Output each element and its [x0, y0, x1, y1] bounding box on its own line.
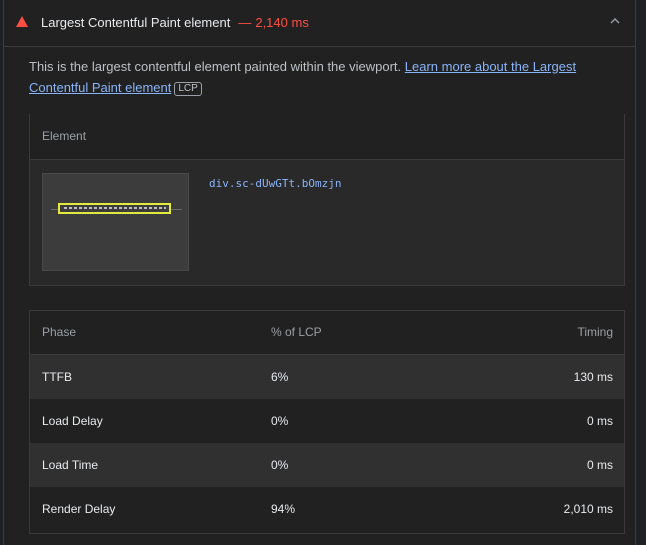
- lcp-audit-panel: Largest Contentful Paint element —2,140 m…: [3, 0, 636, 545]
- phase-table: Phase % of LCP Timing TTFB 6% 130 ms Loa…: [29, 310, 625, 534]
- phase-cell: Load Time: [42, 458, 99, 472]
- table-row: TTFB 6% 130 ms: [30, 355, 624, 399]
- audit-value: 2,140 ms: [255, 15, 309, 30]
- timing-cell: 130 ms: [573, 370, 613, 384]
- thumbnail-text-line: [64, 207, 166, 209]
- element-screenshot-thumbnail[interactable]: [42, 173, 189, 271]
- phase-cell: TTFB: [42, 370, 72, 384]
- element-selector[interactable]: div.sc-dUwGTt.bOmzjn: [209, 177, 341, 190]
- element-table: Element div.sc-dUwGTt.bOmzjn: [29, 114, 625, 286]
- lcp-tag: LCP: [174, 82, 202, 96]
- table-row: Load Delay 0% 0 ms: [30, 399, 624, 443]
- timing-cell: 0 ms: [586, 414, 613, 428]
- table-row: Render Delay 94% 2,010 ms: [30, 487, 624, 531]
- audit-title: Largest Contentful Paint element: [41, 15, 231, 30]
- timing-header: Timing: [577, 325, 613, 339]
- audit-description: This is the largest contentful element p…: [29, 56, 619, 98]
- timing-cell: 0 ms: [586, 458, 613, 472]
- warning-triangle-icon: [16, 16, 28, 27]
- element-column-header: Element: [30, 114, 624, 160]
- thumbnail-lcp-highlight: [58, 203, 171, 214]
- audit-separator: —: [238, 15, 252, 30]
- pct-cell: 0%: [271, 458, 289, 472]
- phase-header: Phase: [42, 325, 77, 339]
- pct-cell: 0%: [271, 414, 289, 428]
- timing-cell: 2,010 ms: [563, 502, 613, 516]
- description-text: This is the largest contentful element p…: [29, 59, 402, 74]
- table-row: Load Time 0% 0 ms: [30, 443, 624, 487]
- chevron-up-icon[interactable]: [608, 14, 622, 28]
- pct-cell: 6%: [271, 370, 289, 384]
- phase-cell: Load Delay: [42, 414, 103, 428]
- pct-cell: 94%: [271, 502, 296, 516]
- audit-title-line: Largest Contentful Paint element —2,140 m…: [41, 15, 309, 30]
- audit-header[interactable]: Largest Contentful Paint element —2,140 m…: [4, 0, 635, 47]
- phase-cell: Render Delay: [42, 502, 116, 516]
- element-row: div.sc-dUwGTt.bOmzjn: [30, 160, 624, 285]
- phase-table-header: Phase % of LCP Timing: [30, 311, 624, 355]
- pct-header: % of LCP: [271, 325, 322, 339]
